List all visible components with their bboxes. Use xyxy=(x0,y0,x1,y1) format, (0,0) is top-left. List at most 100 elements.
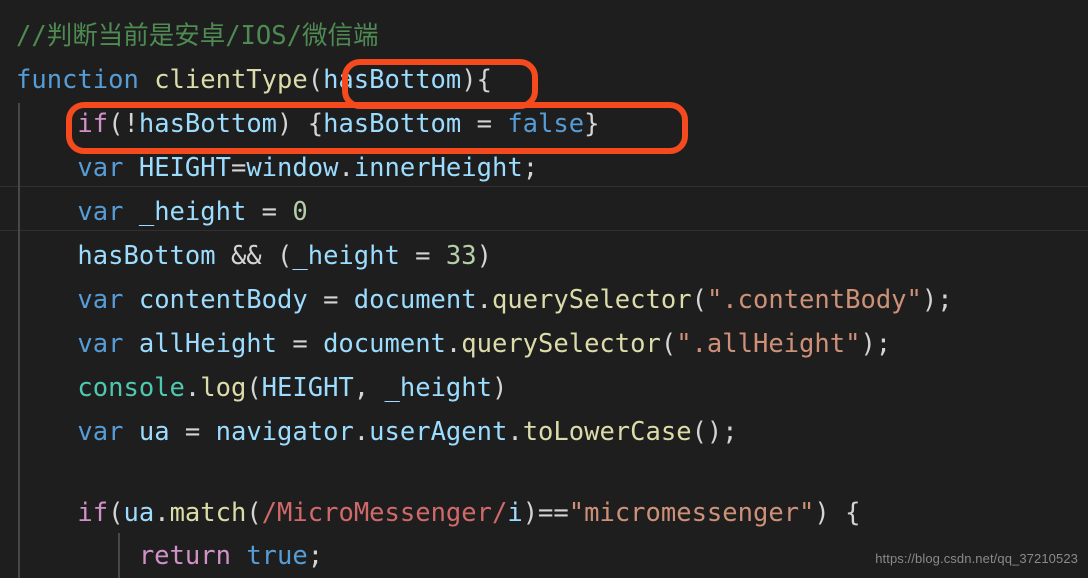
code-token: hasBottom xyxy=(323,65,462,95)
code-token: _height xyxy=(138,197,247,227)
code-token: i xyxy=(507,498,523,528)
code-editor-screenshot: //判断当前是安卓/IOS/微信端 function clientType(has… xyxy=(0,0,1088,578)
code-token: navigator xyxy=(215,417,354,447)
code-token: querySelector xyxy=(461,329,661,359)
code-token: innerHeight xyxy=(353,153,523,183)
code-token: ); xyxy=(921,285,953,315)
code-token: ; xyxy=(522,153,539,183)
code-token: if xyxy=(77,498,109,528)
code-token: = xyxy=(277,329,324,359)
code-token: log xyxy=(200,373,247,403)
code-token: hasBottom xyxy=(323,109,462,139)
code-token: "micromessenger" xyxy=(568,498,815,528)
code-token: { xyxy=(476,65,492,95)
code-token: allHeight xyxy=(138,329,278,359)
code-line[interactable]: hasBottom && (_height = 33) xyxy=(0,234,1088,278)
code-token: 0 xyxy=(292,197,308,227)
code-line[interactable]: var ua = navigator.userAgent.toLowerCase… xyxy=(0,410,1088,454)
code-token: var xyxy=(77,417,124,447)
code-token: ; xyxy=(307,541,324,571)
code-token: console xyxy=(77,373,185,403)
code-token: = xyxy=(169,417,216,447)
code-token: ); xyxy=(860,329,892,359)
code-token: var xyxy=(77,197,124,227)
code-token: return xyxy=(138,541,231,571)
code-token: toLowerCase xyxy=(522,417,692,447)
code-token: (); xyxy=(691,417,738,447)
code-token: (! xyxy=(108,109,139,139)
code-token: ) xyxy=(461,65,477,95)
code-token: , xyxy=(353,373,385,403)
code-token: = xyxy=(230,153,247,183)
code-token: . xyxy=(154,498,170,528)
code-token: ) { xyxy=(277,109,324,139)
code-token: 33 xyxy=(445,241,477,271)
code-token: . xyxy=(476,285,492,315)
code-line[interactable]: if(ua.match(/MicroMessenger/i)=="microme… xyxy=(0,491,1088,535)
code-token: ( xyxy=(691,285,707,315)
code-line[interactable]: //判断当前是安卓/IOS/微信端 xyxy=(0,14,1088,58)
code-token: )== xyxy=(522,498,569,528)
code-token: window xyxy=(246,153,339,183)
code-token: function xyxy=(16,65,139,95)
code-token: ( xyxy=(108,498,124,528)
code-line[interactable]: if(!hasBottom) {hasBottom = false} xyxy=(0,102,1088,146)
code-token: var xyxy=(77,329,124,359)
code-token: hasBottom xyxy=(77,241,216,271)
code-token: ".allHeight" xyxy=(676,329,861,359)
code-line[interactable]: console.log(HEIGHT, _height) xyxy=(0,366,1088,410)
code-token: true xyxy=(246,541,308,571)
code-line[interactable]: var HEIGHT=window.innerHeight; xyxy=(0,146,1088,190)
code-token: userAgent xyxy=(369,417,508,447)
code-token: } xyxy=(584,109,600,139)
code-line[interactable]: var contentBody = document.querySelector… xyxy=(0,278,1088,322)
code-token: = xyxy=(246,197,293,227)
code-token: ( xyxy=(246,498,262,528)
watermark-url: https://blog.csdn.net/qq_37210523 xyxy=(875,551,1078,566)
code-token: ) xyxy=(491,373,508,403)
code-token: //判断当前是安卓/IOS/微信端 xyxy=(16,21,379,51)
code-token: = xyxy=(461,109,508,139)
code-token: ) xyxy=(476,241,492,271)
code-token: ( xyxy=(307,65,324,95)
code-line[interactable]: function clientType(hasBottom){ xyxy=(0,58,1088,102)
code-token: contentBody xyxy=(138,285,308,315)
code-token: querySelector xyxy=(491,285,692,315)
code-token: match xyxy=(169,498,247,528)
code-token: = xyxy=(307,285,354,315)
code-token: false xyxy=(507,109,585,139)
code-token: ua xyxy=(138,417,170,447)
code-token: . xyxy=(338,153,354,183)
code-token: HEIGHT xyxy=(138,153,231,183)
code-token: clientType xyxy=(154,65,308,95)
code-line[interactable]: var allHeight = document.querySelector("… xyxy=(0,322,1088,366)
code-token: ua xyxy=(123,498,155,528)
code-token: _height xyxy=(292,241,400,271)
code-token: ( xyxy=(660,329,677,359)
code-line[interactable]: var _height = 0 xyxy=(0,190,1088,234)
code-token: if xyxy=(77,109,109,139)
code-token: _height xyxy=(384,373,492,403)
code-token: document xyxy=(323,329,446,359)
code-token: ( xyxy=(246,373,262,403)
code-token: . xyxy=(184,373,201,403)
code-token: ".contentBody" xyxy=(706,285,922,315)
code-token: document xyxy=(353,285,477,315)
code-token: ) { xyxy=(814,498,861,528)
